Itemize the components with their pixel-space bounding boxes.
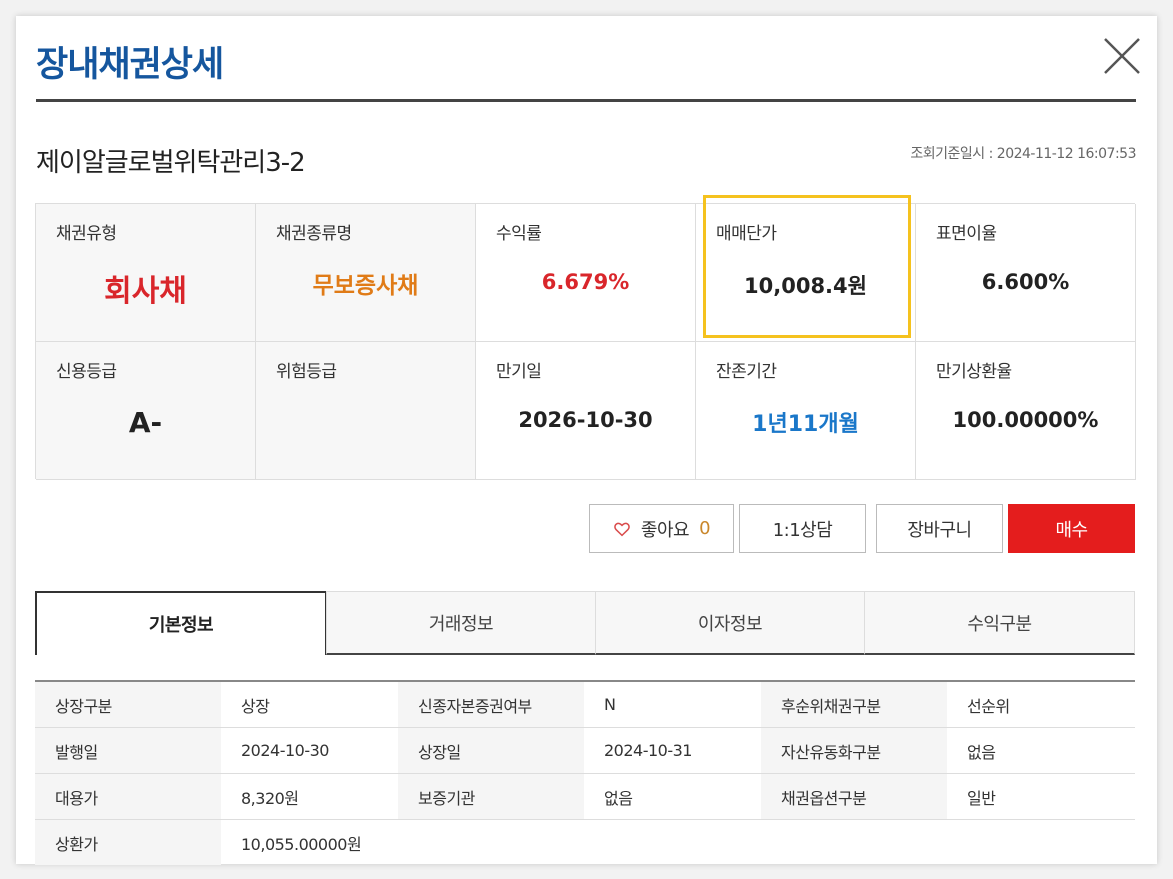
- summary-label: 표면이율: [936, 224, 997, 244]
- summary-cell-redemption-rate: 만기상환율 100.00000%: [916, 342, 1136, 480]
- info-value: 10,055.00000원: [241, 834, 362, 854]
- summary-label: 채권유형: [56, 224, 117, 244]
- summary-label: 매매단가: [716, 224, 777, 244]
- tab-interest-info[interactable]: 이자정보: [595, 591, 865, 655]
- like-button[interactable]: 좋아요 0: [589, 504, 734, 553]
- table-row: 상환가 10,055.00000원: [35, 820, 1135, 866]
- summary-label: 위험등급: [276, 362, 337, 382]
- like-label: 좋아요: [640, 519, 690, 541]
- summary-value-bond-type: 회사채: [104, 274, 187, 309]
- table-row: 상장구분 상장 신종자본증권여부 N 후순위채권구분 선순위: [35, 682, 1135, 728]
- title-divider: [36, 99, 1136, 102]
- summary-value-yield: 6.679%: [541, 270, 630, 294]
- heart-icon: [614, 522, 630, 536]
- info-label: 후순위채권구분: [761, 682, 947, 727]
- summary-value-redemption-rate: 100.00000%: [952, 408, 1099, 432]
- info-label: 자산유동화구분: [761, 728, 947, 773]
- tab-trade-info[interactable]: 거래정보: [326, 591, 596, 655]
- info-value: 일반: [967, 788, 996, 808]
- summary-cell-credit-rating: 신용등급 A-: [36, 342, 256, 480]
- summary-value-remaining-period: 1년11개월: [752, 412, 859, 437]
- info-label: 상장일: [398, 728, 584, 773]
- summary-cell-risk-grade: 위험등급: [256, 342, 476, 480]
- buy-button[interactable]: 매수: [1008, 504, 1135, 553]
- summary-cell-bond-kind: 채권종류명 무보증사채: [256, 204, 476, 342]
- summary-cell-coupon-rate: 표면이율 6.600%: [916, 204, 1136, 342]
- summary-label: 신용등급: [56, 362, 117, 382]
- info-label: 보증기관: [398, 774, 584, 819]
- query-timestamp: 조회기준일시 : 2024-11-12 16:07:53: [910, 146, 1136, 162]
- summary-label: 채권종류명: [276, 224, 352, 244]
- consult-button[interactable]: 1:1상담: [739, 504, 866, 553]
- table-row: 대용가 8,320원 보증기관 없음 채권옵션구분 일반: [35, 774, 1135, 820]
- tab-basic-info[interactable]: 기본정보: [35, 591, 327, 655]
- summary-value-bond-kind: 무보증사채: [312, 273, 419, 299]
- info-value: 선순위: [967, 696, 1010, 716]
- detail-tabs: 기본정보 거래정보 이자정보 수익구분: [35, 591, 1135, 655]
- summary-label: 잔존기간: [716, 362, 777, 382]
- summary-value-maturity-date: 2026-10-30: [518, 408, 653, 432]
- tab-return-category[interactable]: 수익구분: [864, 591, 1135, 655]
- info-label: 신종자본증권여부: [398, 682, 584, 727]
- close-button[interactable]: [1102, 36, 1142, 76]
- info-label: 채권옵션구분: [761, 774, 947, 819]
- bond-summary-grid: 채권유형 회사채 채권종류명 무보증사채 수익률 6.679% 매매단가 10,…: [35, 195, 1136, 480]
- bond-name: 제이알글로벌위탁관리3-2: [36, 148, 306, 178]
- summary-label: 수익률: [496, 224, 542, 244]
- info-value: 상장: [241, 696, 270, 716]
- info-value: N: [604, 695, 616, 714]
- summary-cell-bond-type: 채권유형 회사채: [36, 204, 256, 342]
- info-value: 없음: [967, 742, 996, 762]
- info-label: 상환가: [35, 820, 221, 865]
- info-label: 상장구분: [35, 682, 221, 727]
- info-value: 8,320원: [241, 788, 299, 808]
- info-value: 2024-10-30: [241, 741, 329, 760]
- modal-title: 장내채권상세: [36, 45, 224, 85]
- summary-value-credit-rating: A-: [128, 406, 163, 439]
- summary-cell-maturity-date: 만기일 2026-10-30: [476, 342, 696, 480]
- basic-info-table: 상장구분 상장 신종자본증권여부 N 후순위채권구분 선순위 발행일 2024-…: [35, 680, 1135, 866]
- bond-detail-modal: 장내채권상세 제이알글로벌위탁관리3-2 조회기준일시 : 2024-11-12…: [16, 16, 1157, 866]
- cart-button[interactable]: 장바구니: [876, 504, 1003, 553]
- summary-label: 만기일: [496, 362, 542, 382]
- summary-value-trade-price: 10,008.4원: [744, 274, 867, 298]
- summary-cell-remaining-period: 잔존기간 1년11개월: [696, 342, 916, 480]
- summary-cell-trade-price: 매매단가 10,008.4원: [696, 204, 916, 342]
- like-count: 0: [699, 518, 711, 539]
- info-value: 없음: [604, 788, 633, 808]
- summary-label: 만기상환율: [936, 362, 1012, 382]
- summary-value-coupon-rate: 6.600%: [981, 270, 1070, 294]
- table-row: 발행일 2024-10-30 상장일 2024-10-31 자산유동화구분 없음: [35, 728, 1135, 774]
- info-label: 대용가: [35, 774, 221, 819]
- summary-cell-yield: 수익률 6.679%: [476, 204, 696, 342]
- close-icon: [1104, 38, 1140, 74]
- info-label: 발행일: [35, 728, 221, 773]
- info-value: 2024-10-31: [604, 741, 692, 760]
